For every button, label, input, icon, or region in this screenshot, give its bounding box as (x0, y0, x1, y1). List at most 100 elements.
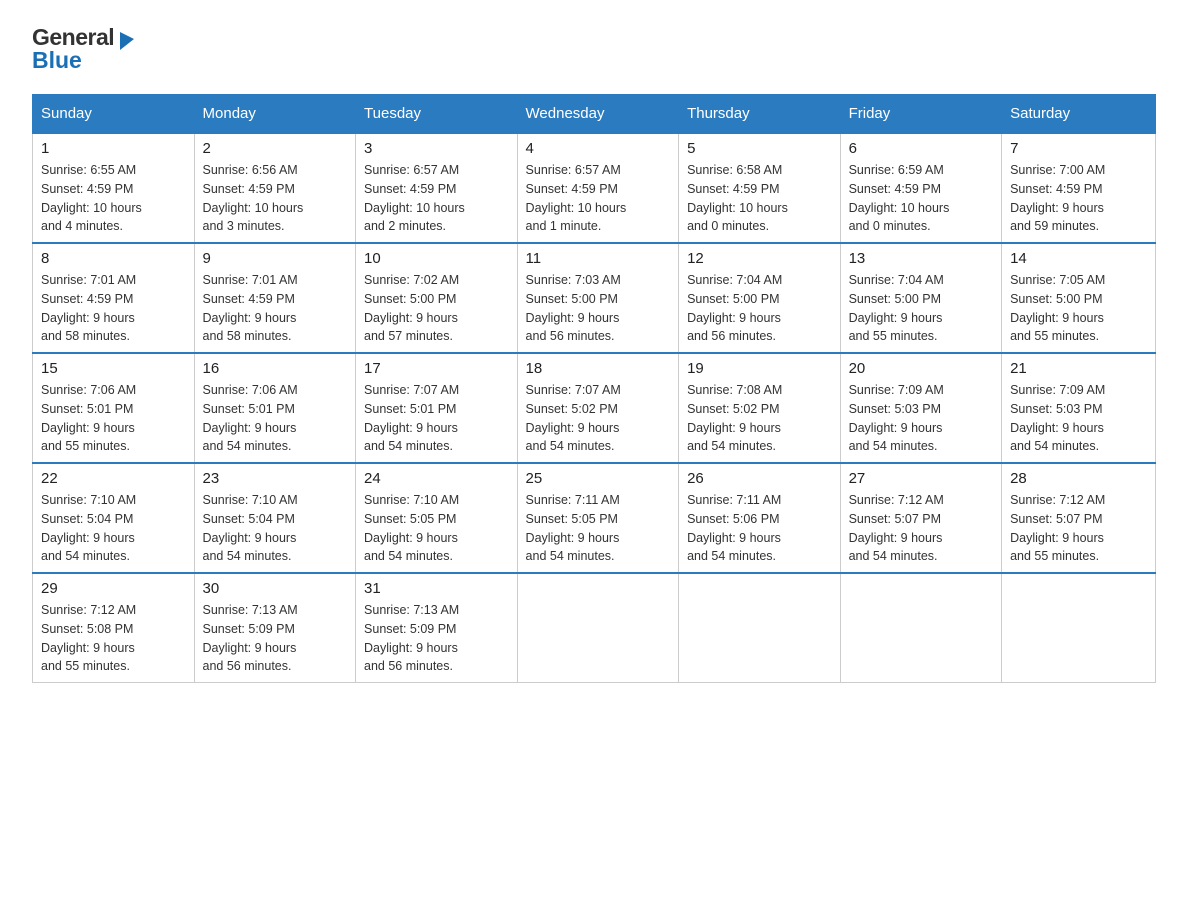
day-number: 22 (41, 470, 186, 487)
calendar-cell: 4 Sunrise: 6:57 AM Sunset: 4:59 PM Daylig… (517, 133, 679, 243)
calendar-cell: 15 Sunrise: 7:06 AM Sunset: 5:01 PM Dayli… (33, 353, 195, 463)
day-number: 26 (687, 470, 832, 487)
calendar-cell (679, 573, 841, 683)
day-info: Sunrise: 6:58 AM Sunset: 4:59 PM Dayligh… (687, 161, 832, 236)
calendar-cell: 19Sunrise: 7:08 AM Sunset: 5:02 PM Dayli… (679, 353, 841, 463)
day-number: 18 (526, 360, 671, 377)
calendar-week-row: 8 Sunrise: 7:01 AM Sunset: 4:59 PM Daylig… (33, 243, 1156, 353)
day-info: Sunrise: 7:07 AM Sunset: 5:01 PM Dayligh… (364, 381, 509, 456)
calendar-day-header: Sunday (33, 95, 195, 134)
day-info: Sunrise: 7:13 AM Sunset: 5:09 PM Dayligh… (364, 601, 509, 676)
day-info: Sunrise: 7:13 AM Sunset: 5:09 PM Dayligh… (203, 601, 348, 676)
day-info: Sunrise: 7:01 AM Sunset: 4:59 PM Dayligh… (41, 271, 186, 346)
calendar-header-row: SundayMondayTuesdayWednesdayThursdayFrid… (33, 95, 1156, 134)
logo-blue-text: Blue (32, 47, 82, 74)
day-number: 12 (687, 250, 832, 267)
day-number: 4 (526, 140, 671, 157)
day-number: 3 (364, 140, 509, 157)
calendar-cell: 29 Sunrise: 7:12 AM Sunset: 5:08 PM Dayli… (33, 573, 195, 683)
calendar-cell: 26 Sunrise: 7:11 AM Sunset: 5:06 PM Dayli… (679, 463, 841, 573)
calendar-cell: 30 Sunrise: 7:13 AM Sunset: 5:09 PM Dayli… (194, 573, 356, 683)
day-number: 21 (1010, 360, 1147, 377)
calendar-week-row: 15 Sunrise: 7:06 AM Sunset: 5:01 PM Dayli… (33, 353, 1156, 463)
page-header: General Blue (32, 24, 1156, 74)
calendar-cell: 31 Sunrise: 7:13 AM Sunset: 5:09 PM Dayli… (356, 573, 518, 683)
day-info: Sunrise: 6:56 AM Sunset: 4:59 PM Dayligh… (203, 161, 348, 236)
calendar-cell: 24 Sunrise: 7:10 AM Sunset: 5:05 PM Dayli… (356, 463, 518, 573)
day-info: Sunrise: 7:12 AM Sunset: 5:07 PM Dayligh… (849, 491, 994, 566)
day-info: Sunrise: 6:57 AM Sunset: 4:59 PM Dayligh… (364, 161, 509, 236)
day-number: 5 (687, 140, 832, 157)
day-info: Sunrise: 6:57 AM Sunset: 4:59 PM Dayligh… (526, 161, 671, 236)
day-number: 19 (687, 360, 832, 377)
logo: General Blue (32, 24, 138, 74)
day-number: 10 (364, 250, 509, 267)
calendar-cell: 25 Sunrise: 7:11 AM Sunset: 5:05 PM Dayli… (517, 463, 679, 573)
calendar-cell: 7 Sunrise: 7:00 AM Sunset: 4:59 PM Daylig… (1002, 133, 1156, 243)
logo-triangle-icon (116, 28, 138, 50)
calendar-cell: 18 Sunrise: 7:07 AM Sunset: 5:02 PM Dayli… (517, 353, 679, 463)
calendar-cell: 14Sunrise: 7:05 AM Sunset: 5:00 PM Dayli… (1002, 243, 1156, 353)
day-number: 16 (203, 360, 348, 377)
calendar-cell: 13 Sunrise: 7:04 AM Sunset: 5:00 PM Dayli… (840, 243, 1002, 353)
day-number: 30 (203, 580, 348, 597)
calendar-day-header: Thursday (679, 95, 841, 134)
day-info: Sunrise: 7:12 AM Sunset: 5:07 PM Dayligh… (1010, 491, 1147, 566)
calendar-cell: 16 Sunrise: 7:06 AM Sunset: 5:01 PM Dayli… (194, 353, 356, 463)
day-info: Sunrise: 7:05 AM Sunset: 5:00 PM Dayligh… (1010, 271, 1147, 346)
calendar-cell: 20Sunrise: 7:09 AM Sunset: 5:03 PM Dayli… (840, 353, 1002, 463)
calendar-cell (1002, 573, 1156, 683)
calendar-cell (840, 573, 1002, 683)
day-info: Sunrise: 7:06 AM Sunset: 5:01 PM Dayligh… (203, 381, 348, 456)
day-number: 11 (526, 250, 671, 267)
calendar-cell: 3 Sunrise: 6:57 AM Sunset: 4:59 PM Daylig… (356, 133, 518, 243)
day-info: Sunrise: 7:09 AM Sunset: 5:03 PM Dayligh… (1010, 381, 1147, 456)
day-info: Sunrise: 7:10 AM Sunset: 5:05 PM Dayligh… (364, 491, 509, 566)
day-info: Sunrise: 7:02 AM Sunset: 5:00 PM Dayligh… (364, 271, 509, 346)
day-number: 17 (364, 360, 509, 377)
day-number: 7 (1010, 140, 1147, 157)
day-info: Sunrise: 7:11 AM Sunset: 5:06 PM Dayligh… (687, 491, 832, 566)
day-number: 23 (203, 470, 348, 487)
calendar-week-row: 22 Sunrise: 7:10 AM Sunset: 5:04 PM Dayli… (33, 463, 1156, 573)
day-number: 13 (849, 250, 994, 267)
calendar-cell: 27 Sunrise: 7:12 AM Sunset: 5:07 PM Dayli… (840, 463, 1002, 573)
day-number: 24 (364, 470, 509, 487)
calendar-cell: 28 Sunrise: 7:12 AM Sunset: 5:07 PM Dayli… (1002, 463, 1156, 573)
day-info: Sunrise: 7:07 AM Sunset: 5:02 PM Dayligh… (526, 381, 671, 456)
calendar-table: SundayMondayTuesdayWednesdayThursdayFrid… (32, 94, 1156, 683)
day-info: Sunrise: 7:06 AM Sunset: 5:01 PM Dayligh… (41, 381, 186, 456)
day-info: Sunrise: 7:12 AM Sunset: 5:08 PM Dayligh… (41, 601, 186, 676)
calendar-cell: 5 Sunrise: 6:58 AM Sunset: 4:59 PM Daylig… (679, 133, 841, 243)
calendar-cell: 11 Sunrise: 7:03 AM Sunset: 5:00 PM Dayli… (517, 243, 679, 353)
day-number: 25 (526, 470, 671, 487)
day-info: Sunrise: 7:11 AM Sunset: 5:05 PM Dayligh… (526, 491, 671, 566)
day-info: Sunrise: 7:09 AM Sunset: 5:03 PM Dayligh… (849, 381, 994, 456)
day-number: 15 (41, 360, 186, 377)
calendar-cell: 17 Sunrise: 7:07 AM Sunset: 5:01 PM Dayli… (356, 353, 518, 463)
day-number: 8 (41, 250, 186, 267)
day-info: Sunrise: 7:00 AM Sunset: 4:59 PM Dayligh… (1010, 161, 1147, 236)
day-number: 29 (41, 580, 186, 597)
calendar-cell: 1 Sunrise: 6:55 AM Sunset: 4:59 PM Daylig… (33, 133, 195, 243)
day-number: 1 (41, 140, 186, 157)
calendar-cell: 22 Sunrise: 7:10 AM Sunset: 5:04 PM Dayli… (33, 463, 195, 573)
calendar-week-row: 1 Sunrise: 6:55 AM Sunset: 4:59 PM Daylig… (33, 133, 1156, 243)
day-info: Sunrise: 7:10 AM Sunset: 5:04 PM Dayligh… (41, 491, 186, 566)
day-number: 6 (849, 140, 994, 157)
calendar-day-header: Wednesday (517, 95, 679, 134)
day-number: 31 (364, 580, 509, 597)
calendar-cell: 9Sunrise: 7:01 AM Sunset: 4:59 PM Daylig… (194, 243, 356, 353)
calendar-day-header: Saturday (1002, 95, 1156, 134)
calendar-cell: 2Sunrise: 6:56 AM Sunset: 4:59 PM Daylig… (194, 133, 356, 243)
day-number: 28 (1010, 470, 1147, 487)
day-info: Sunrise: 7:04 AM Sunset: 5:00 PM Dayligh… (849, 271, 994, 346)
calendar-cell: 12Sunrise: 7:04 AM Sunset: 5:00 PM Dayli… (679, 243, 841, 353)
calendar-week-row: 29 Sunrise: 7:12 AM Sunset: 5:08 PM Dayli… (33, 573, 1156, 683)
day-info: Sunrise: 7:03 AM Sunset: 5:00 PM Dayligh… (526, 271, 671, 346)
calendar-cell: 8 Sunrise: 7:01 AM Sunset: 4:59 PM Daylig… (33, 243, 195, 353)
day-info: Sunrise: 6:55 AM Sunset: 4:59 PM Dayligh… (41, 161, 186, 236)
calendar-day-header: Monday (194, 95, 356, 134)
day-number: 27 (849, 470, 994, 487)
calendar-cell: 10 Sunrise: 7:02 AM Sunset: 5:00 PM Dayli… (356, 243, 518, 353)
